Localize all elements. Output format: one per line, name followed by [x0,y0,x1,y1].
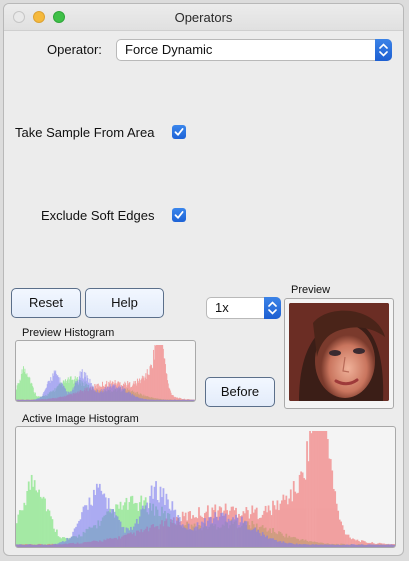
reset-button[interactable]: Reset [11,288,81,318]
operator-select[interactable]: Force Dynamic [116,39,392,61]
exclude-soft-edges-checkbox[interactable] [172,208,186,222]
take-sample-checkbox[interactable] [172,125,186,139]
checkmark-icon [174,211,184,219]
active-histogram-label: Active Image Histogram [22,413,139,425]
take-sample-label: Take Sample From Area [15,125,155,140]
select-arrows-icon [375,39,392,61]
active-image-histogram-plot [16,431,395,547]
preview-label: Preview [291,284,331,296]
operator-select-value: Force Dynamic [125,42,213,57]
preview-histogram-plot [16,345,195,401]
operator-label: Operator: [47,42,102,57]
zoom-select[interactable]: 1x [206,297,281,319]
zoom-select-value: 1x [215,300,229,315]
before-button[interactable]: Before [205,377,275,407]
help-button[interactable]: Help [85,288,164,318]
preview-image [289,303,389,401]
exclude-soft-edges-label: Exclude Soft Edges [41,208,155,223]
checkmark-icon [174,128,184,136]
preview-histogram-label: Preview Histogram [22,327,115,339]
window-title: Operators [174,10,233,25]
operators-window: Operators Operator: Force Dynamic Take S… [3,3,404,556]
select-arrows-icon [264,297,281,319]
active-image-histogram [15,426,396,548]
preview-histogram [15,340,196,402]
preview-frame [284,298,394,409]
titlebar: Operators [4,4,403,31]
